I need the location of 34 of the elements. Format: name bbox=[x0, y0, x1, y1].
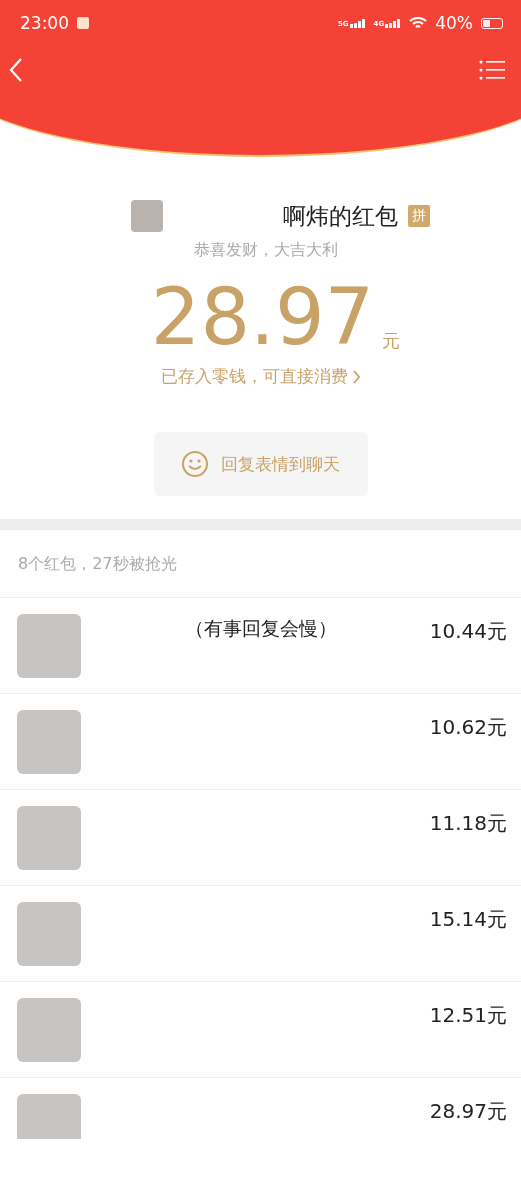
amount-text: 28.97元 bbox=[429, 1098, 507, 1125]
summary-text: 8个红包，27秒被抢光 bbox=[0, 530, 521, 598]
amount-text: 11.18元 bbox=[429, 810, 507, 837]
avatar-photo bbox=[17, 1094, 81, 1139]
amount-text: 10.44元 bbox=[429, 618, 507, 645]
packet-title: 啊炜的红包 bbox=[283, 201, 398, 231]
avatar-photo bbox=[17, 806, 81, 870]
notification-icon bbox=[77, 17, 89, 29]
blessing-text: 恭喜发财，大吉大利 bbox=[192, 240, 339, 261]
chevron-right-icon bbox=[351, 369, 361, 384]
menu-button[interactable] bbox=[479, 59, 505, 81]
sender-avatar bbox=[131, 200, 163, 232]
amount-unit: 元 bbox=[382, 329, 401, 353]
recipient-row[interactable]: 10.62元 bbox=[0, 694, 521, 790]
avatar-photo bbox=[17, 614, 81, 678]
recipient-row[interactable]: 28.97元 bbox=[0, 1078, 521, 1139]
amount-text: 10.62元 bbox=[429, 714, 507, 741]
smiley-icon bbox=[181, 450, 209, 478]
avatar-photo bbox=[17, 998, 81, 1062]
recipient-name: （有事回复会慢） bbox=[184, 616, 338, 641]
avatar-photo bbox=[17, 710, 81, 774]
clock-time: 23:00 bbox=[20, 13, 69, 33]
recipient-row[interactable]: 15.14元 bbox=[0, 886, 521, 982]
wifi-icon bbox=[409, 16, 428, 30]
amount-value: 28.97 bbox=[150, 275, 375, 359]
battery-percent: 40% bbox=[435, 13, 473, 33]
back-button[interactable] bbox=[8, 57, 24, 83]
recipient-row[interactable]: 11.18元 bbox=[0, 790, 521, 886]
recipient-row[interactable]: （有事回复会慢） 10.44元 bbox=[0, 598, 521, 694]
amount-text: 15.14元 bbox=[429, 906, 507, 933]
amount-text: 12.51元 bbox=[429, 1002, 507, 1029]
recipient-row[interactable]: 12.51元 bbox=[0, 982, 521, 1078]
group-tag: 拼 bbox=[408, 205, 430, 227]
avatar-photo bbox=[17, 902, 81, 966]
